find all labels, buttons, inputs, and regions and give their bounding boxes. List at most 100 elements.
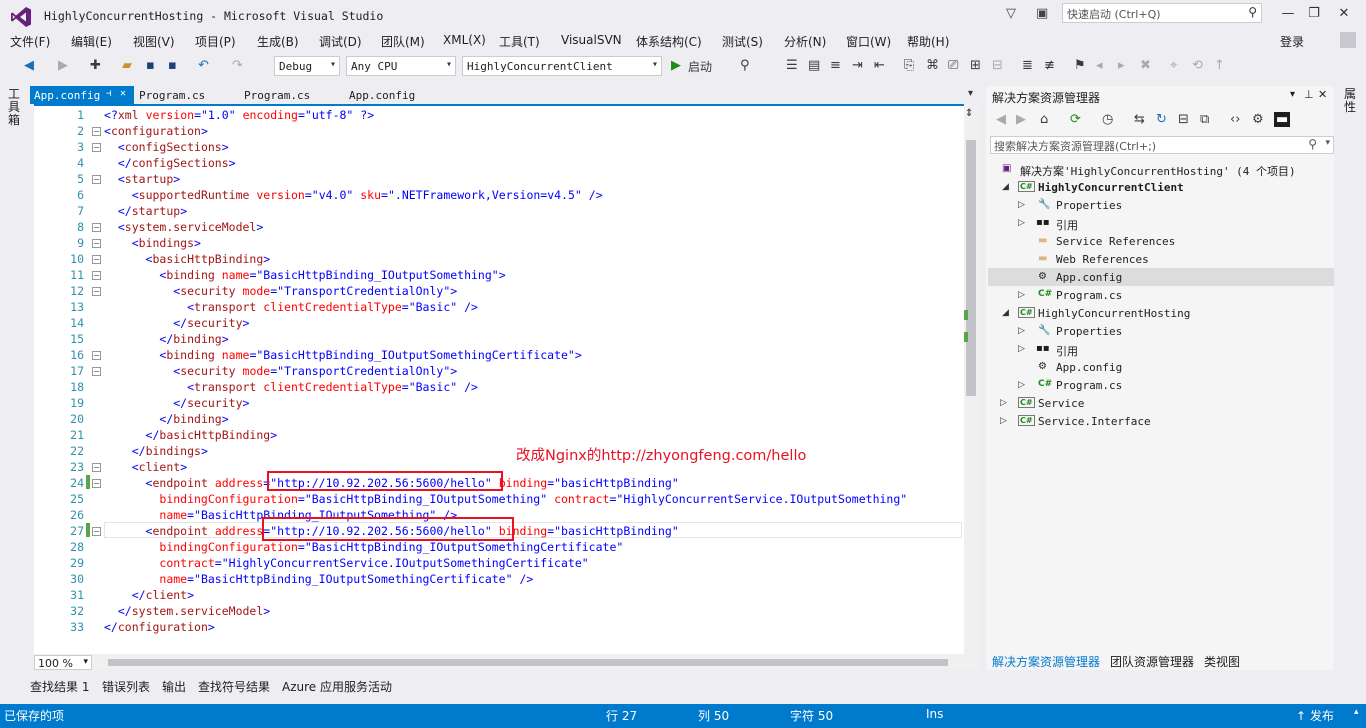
code-line[interactable]: <client> [104, 460, 187, 474]
tree-node-properties[interactable]: Properties [1056, 199, 1122, 212]
code-line[interactable]: <configuration> [104, 124, 208, 138]
tab-app-config-active[interactable]: App.config ⊣ ✕ [30, 86, 134, 104]
configuration-combo[interactable]: Debug [274, 56, 340, 76]
fold-toggle-icon[interactable]: − [92, 223, 101, 232]
code-line[interactable]: name="BasicHttpBinding_IOutputSomethingC… [104, 572, 533, 586]
zoom-combo[interactable]: 100 % ▾ [34, 655, 92, 670]
history-icon[interactable]: ◷ [1102, 112, 1113, 127]
collapse-all-icon[interactable]: ⊟ [1178, 112, 1189, 127]
tree-node-properties[interactable]: Properties [1056, 325, 1122, 338]
next-bookmark-icon[interactable]: ▸ [1118, 58, 1125, 73]
tree-node-program-cs[interactable]: Program.cs [1056, 289, 1122, 302]
navigate-icon[interactable]: ⌖ [1170, 58, 1177, 73]
menu-visualsvn[interactable]: VisualSVN [561, 33, 622, 47]
vertical-scroll-thumb[interactable] [966, 140, 976, 396]
se-back-icon[interactable]: ◀ [996, 112, 1006, 127]
start-icon[interactable]: ▶ [671, 58, 681, 73]
tree-node-service[interactable]: Service [1038, 397, 1084, 410]
code-line[interactable]: <transport clientCredentialType="Basic" … [104, 300, 478, 314]
avatar[interactable] [1340, 32, 1356, 48]
code-line[interactable]: </configSections> [104, 156, 236, 170]
properties-icon[interactable]: ⚙ [1252, 112, 1264, 127]
tree-node-program-cs[interactable]: Program.cs [1056, 379, 1122, 392]
se-forward-icon[interactable]: ▶ [1016, 112, 1026, 127]
fold-toggle-icon[interactable]: − [92, 255, 101, 264]
collapsed-arrow-icon[interactable]: ▷ [1000, 398, 1007, 408]
maximize-icon[interactable]: ❐ [1304, 6, 1324, 21]
menu-file[interactable]: 文件(F) [10, 33, 50, 50]
code-line[interactable]: <security mode="TransportCredentialOnly"… [104, 284, 457, 298]
collapsed-arrow-icon[interactable]: ▷ [1018, 326, 1025, 336]
collapsed-arrow-icon[interactable]: ▷ [1018, 218, 1025, 228]
tab-output[interactable]: 输出 [162, 678, 186, 695]
history-icon[interactable]: ⟲ [1192, 58, 1203, 73]
save-icon[interactable]: ▪ [146, 58, 155, 73]
collapsed-arrow-icon[interactable]: ▷ [1018, 344, 1025, 354]
code-area[interactable]: 1 <?xml version="1.0" encoding="utf-8" ?>… [34, 106, 964, 654]
toolbox-tab[interactable]: 工具箱 [8, 88, 22, 127]
forward-icon[interactable]: ▶ [58, 58, 68, 73]
new-project-icon[interactable]: ✚ [90, 58, 101, 73]
find-icon[interactable]: ⚲ [740, 58, 750, 73]
code-line[interactable]: <security mode="TransportCredentialOnly"… [104, 364, 457, 378]
fold-toggle-icon[interactable]: − [92, 479, 101, 488]
undo-icon[interactable]: ↶ [198, 58, 209, 73]
code-line[interactable]: </configuration> [104, 620, 215, 634]
schema-icon[interactable]: ⊞ [970, 58, 981, 73]
save-all-icon[interactable]: ▪ [168, 58, 177, 73]
panel-menu-icon[interactable]: ▾ [1290, 89, 1295, 100]
format-icon[interactable]: ☰ [786, 58, 798, 73]
collapsed-arrow-icon[interactable]: ▷ [1000, 416, 1007, 426]
code-line[interactable]: <binding name="BasicHttpBinding_IOutputS… [104, 348, 581, 362]
redo-icon[interactable]: ↷ [232, 58, 243, 73]
document-icon[interactable]: ▤ [808, 58, 820, 73]
home-icon[interactable]: ⌂ [1040, 112, 1048, 127]
code-line[interactable]: <transport clientCredentialType="Basic" … [104, 380, 478, 394]
menu-build[interactable]: 生成(B) [257, 33, 299, 50]
code-line[interactable]: </security> [104, 396, 249, 410]
fold-toggle-icon[interactable]: − [92, 463, 101, 472]
fold-toggle-icon[interactable]: − [92, 175, 101, 184]
code-line[interactable]: <startup> [104, 172, 180, 186]
menu-analyze[interactable]: 分析(N) [784, 33, 826, 50]
code-line[interactable]: </startup> [104, 204, 187, 218]
close-icon[interactable]: ✕ [1334, 6, 1354, 21]
tab-find-symbol-results[interactable]: 查找符号结果 [198, 678, 270, 695]
tab-team-explorer[interactable]: 团队资源管理器 [1110, 653, 1194, 670]
xslt-icon[interactable]: ⊟ [992, 58, 1003, 73]
code-line[interactable]: <configSections> [104, 140, 229, 154]
properties-tab[interactable]: 属性 [1344, 88, 1358, 114]
code-line[interactable]: </client> [104, 588, 194, 602]
horizontal-scroll-thumb[interactable] [108, 659, 948, 666]
code-line[interactable]: </binding> [104, 412, 228, 426]
uncomment-lines-icon[interactable]: ≢ [1044, 58, 1055, 73]
comment-icon[interactable]: ⎘ [904, 58, 914, 73]
menu-help[interactable]: 帮助(H) [907, 33, 949, 50]
tab-program-cs-1[interactable]: Program.cs [135, 86, 235, 104]
code-line[interactable]: <basicHttpBinding> [104, 252, 271, 266]
fold-toggle-icon[interactable]: − [92, 239, 101, 248]
xml-icon[interactable]: ⌘ [926, 58, 939, 73]
quick-launch-input[interactable]: 快速启动 (Ctrl+Q) ⚲ [1062, 3, 1262, 23]
code-line[interactable]: <bindings> [104, 236, 201, 250]
platform-combo[interactable]: Any CPU [346, 56, 456, 76]
preview-icon[interactable]: ▬ [1274, 112, 1291, 127]
view-code-icon[interactable]: ‹› [1230, 112, 1240, 127]
tab-error-list[interactable]: 错误列表 [102, 678, 150, 695]
close-tab-icon[interactable]: ✕ [120, 88, 126, 99]
pending-changes-icon[interactable]: ⟳ [1070, 112, 1081, 127]
tab-class-view[interactable]: 类视图 [1204, 653, 1240, 670]
bookmark-icon[interactable]: ⚑ [1074, 58, 1086, 73]
clear-bookmarks-icon[interactable]: ✖ [1140, 58, 1151, 73]
tree-node-service-interface[interactable]: Service.Interface [1038, 415, 1151, 428]
code-line[interactable]: </bindings> [104, 444, 208, 458]
menu-edit[interactable]: 编辑(E) [71, 33, 112, 50]
tree-node-references[interactable]: 引用 [1056, 217, 1078, 233]
menu-debug[interactable]: 调试(D) [319, 33, 362, 50]
chevron-up-icon[interactable]: ▴ [1354, 707, 1359, 717]
se-search-input[interactable]: 搜索解决方案资源管理器(Ctrl+;) ⚲ ▾ [990, 136, 1334, 154]
menu-team[interactable]: 团队(M) [381, 33, 425, 50]
minimize-icon[interactable]: — [1278, 6, 1298, 21]
tab-app-config-2[interactable]: App.config [345, 86, 445, 104]
tab-azure-activity[interactable]: Azure 应用服务活动 [282, 678, 392, 695]
